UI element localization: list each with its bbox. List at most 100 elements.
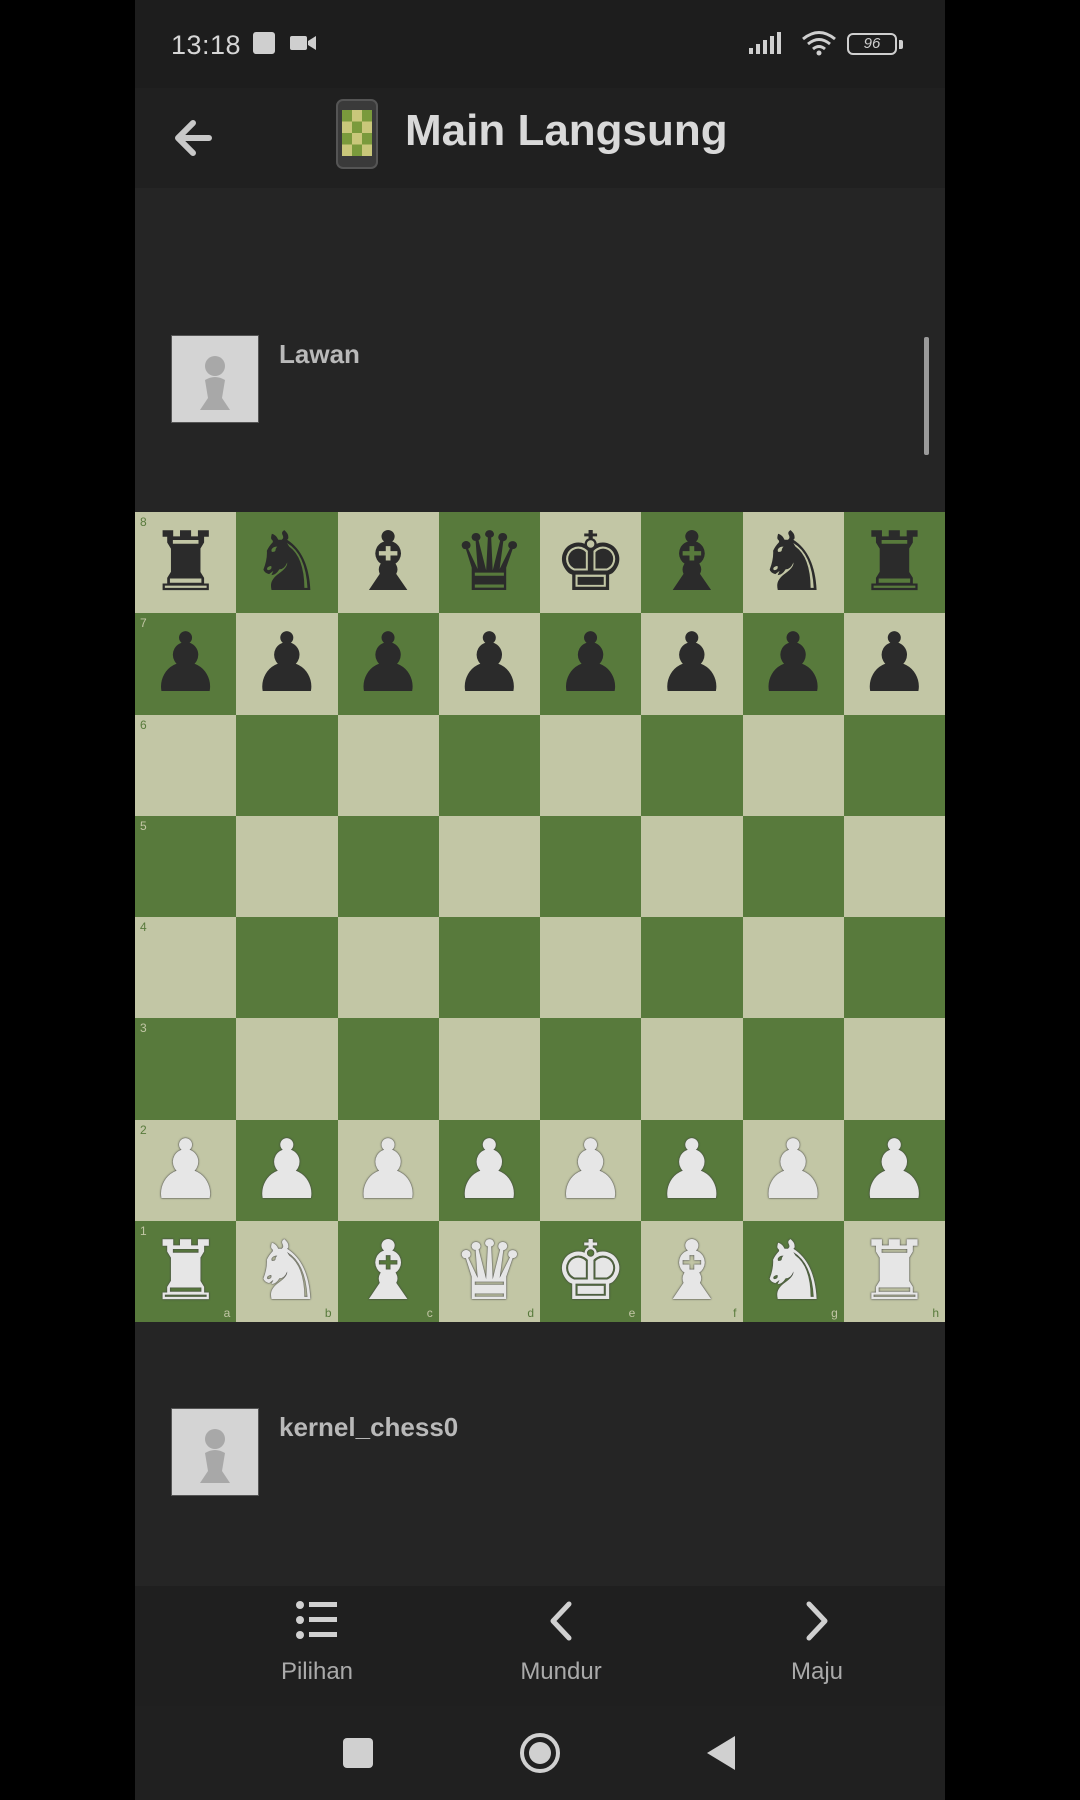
white-rook-piece[interactable]: ♜ [844, 1221, 945, 1322]
board-square-h1[interactable]: h ♜ [843, 1220, 945, 1322]
white-pawn-piece[interactable]: ♟ [540, 1120, 641, 1221]
white-pawn-piece[interactable]: ♟ [844, 1120, 945, 1221]
board-square-h6[interactable] [843, 714, 945, 816]
board-square-d1[interactable]: d ♛ [438, 1220, 540, 1322]
black-pawn-piece[interactable]: ♟ [844, 613, 945, 714]
board-square-a1[interactable]: 1 a ♜ [135, 1220, 237, 1322]
white-queen-piece[interactable]: ♛ [439, 1221, 540, 1322]
board-square-a2[interactable]: 2 ♟ [135, 1119, 237, 1221]
board-square-g3[interactable] [742, 1018, 844, 1120]
black-bishop-piece[interactable]: ♝ [641, 512, 742, 613]
board-square-c7[interactable]: ♟ [337, 613, 439, 715]
player-avatar[interactable] [171, 1408, 259, 1496]
chess-board[interactable]: 8 ♜ ♞ ♝ ♛ ♚ ♝ ♞ ♜ 7 ♟ ♟ ♟ ♟ ♟ ♟ ♟ ♟ 6 5 4 3 2 ♟ ♟ ♟ ♟ ♟ ♟ ♟ ♟ 1 a ♜ b ♞ c ♝ d ♛… [135, 512, 945, 1322]
white-knight-piece[interactable]: ♞ [743, 1221, 844, 1322]
board-square-h8[interactable]: ♜ [843, 512, 945, 614]
board-square-a7[interactable]: 7 ♟ [135, 613, 237, 715]
white-pawn-piece[interactable]: ♟ [743, 1120, 844, 1221]
board-square-c2[interactable]: ♟ [337, 1119, 439, 1221]
board-square-f1[interactable]: f ♝ [641, 1220, 743, 1322]
board-square-h4[interactable] [843, 917, 945, 1019]
board-square-e5[interactable] [540, 815, 642, 917]
board-square-b5[interactable] [236, 815, 338, 917]
board-square-b2[interactable]: ♟ [236, 1119, 338, 1221]
board-square-g4[interactable] [742, 917, 844, 1019]
board-square-e7[interactable]: ♟ [540, 613, 642, 715]
board-square-f6[interactable] [641, 714, 743, 816]
board-square-h3[interactable] [843, 1018, 945, 1120]
black-pawn-piece[interactable]: ♟ [439, 613, 540, 714]
board-square-a8[interactable]: 8 ♜ [135, 512, 237, 614]
white-knight-piece[interactable]: ♞ [236, 1221, 337, 1322]
board-square-h5[interactable] [843, 815, 945, 917]
board-square-d3[interactable] [438, 1018, 540, 1120]
opponent-avatar[interactable] [171, 335, 259, 423]
white-pawn-piece[interactable]: ♟ [439, 1120, 540, 1221]
board-square-g8[interactable]: ♞ [742, 512, 844, 614]
back-button[interactable] [699, 1730, 745, 1776]
board-square-c3[interactable] [337, 1018, 439, 1120]
board-square-b8[interactable]: ♞ [236, 512, 338, 614]
board-square-f3[interactable] [641, 1018, 743, 1120]
white-pawn-piece[interactable]: ♟ [135, 1120, 236, 1221]
scrollbar-thumb[interactable] [924, 337, 929, 455]
board-square-b4[interactable] [236, 917, 338, 1019]
black-bishop-piece[interactable]: ♝ [338, 512, 439, 613]
move-forward-button[interactable]: Maju [737, 1586, 897, 1706]
black-pawn-piece[interactable]: ♟ [135, 613, 236, 714]
board-square-e4[interactable] [540, 917, 642, 1019]
arrow-left-icon[interactable] [157, 102, 229, 174]
board-square-e3[interactable] [540, 1018, 642, 1120]
white-rook-piece[interactable]: ♜ [135, 1221, 236, 1322]
board-square-f7[interactable]: ♟ [641, 613, 743, 715]
board-square-c6[interactable] [337, 714, 439, 816]
board-square-f4[interactable] [641, 917, 743, 1019]
board-square-g2[interactable]: ♟ [742, 1119, 844, 1221]
black-rook-piece[interactable]: ♜ [135, 512, 236, 613]
white-pawn-piece[interactable]: ♟ [236, 1120, 337, 1221]
move-back-button[interactable]: Mundur [481, 1586, 641, 1706]
board-square-c8[interactable]: ♝ [337, 512, 439, 614]
recents-button[interactable] [335, 1730, 381, 1776]
black-queen-piece[interactable]: ♛ [439, 512, 540, 613]
white-pawn-piece[interactable]: ♟ [641, 1120, 742, 1221]
board-square-a5[interactable]: 5 [135, 815, 237, 917]
board-square-d7[interactable]: ♟ [438, 613, 540, 715]
board-square-g6[interactable] [742, 714, 844, 816]
board-square-e2[interactable]: ♟ [540, 1119, 642, 1221]
board-square-b1[interactable]: b ♞ [236, 1220, 338, 1322]
board-square-f8[interactable]: ♝ [641, 512, 743, 614]
white-bishop-piece[interactable]: ♝ [641, 1221, 742, 1322]
black-pawn-piece[interactable]: ♟ [641, 613, 742, 714]
board-square-h7[interactable]: ♟ [843, 613, 945, 715]
board-square-c1[interactable]: c ♝ [337, 1220, 439, 1322]
board-square-g7[interactable]: ♟ [742, 613, 844, 715]
board-square-c5[interactable] [337, 815, 439, 917]
board-square-a3[interactable]: 3 [135, 1018, 237, 1120]
white-bishop-piece[interactable]: ♝ [338, 1221, 439, 1322]
options-button[interactable]: Pilihan [237, 1586, 397, 1706]
board-square-a6[interactable]: 6 [135, 714, 237, 816]
board-square-b7[interactable]: ♟ [236, 613, 338, 715]
board-square-f5[interactable] [641, 815, 743, 917]
black-knight-piece[interactable]: ♞ [743, 512, 844, 613]
black-king-piece[interactable]: ♚ [540, 512, 641, 613]
board-square-b6[interactable] [236, 714, 338, 816]
black-rook-piece[interactable]: ♜ [844, 512, 945, 613]
black-pawn-piece[interactable]: ♟ [540, 613, 641, 714]
board-square-b3[interactable] [236, 1018, 338, 1120]
black-knight-piece[interactable]: ♞ [236, 512, 337, 613]
board-square-e8[interactable]: ♚ [540, 512, 642, 614]
board-square-a4[interactable]: 4 [135, 917, 237, 1019]
board-square-d4[interactable] [438, 917, 540, 1019]
board-square-d8[interactable]: ♛ [438, 512, 540, 614]
board-square-f2[interactable]: ♟ [641, 1119, 743, 1221]
board-square-d6[interactable] [438, 714, 540, 816]
home-button[interactable] [517, 1730, 563, 1776]
board-square-c4[interactable] [337, 917, 439, 1019]
black-pawn-piece[interactable]: ♟ [743, 613, 844, 714]
board-square-e6[interactable] [540, 714, 642, 816]
white-king-piece[interactable]: ♚ [540, 1221, 641, 1322]
board-square-g5[interactable] [742, 815, 844, 917]
white-pawn-piece[interactable]: ♟ [338, 1120, 439, 1221]
